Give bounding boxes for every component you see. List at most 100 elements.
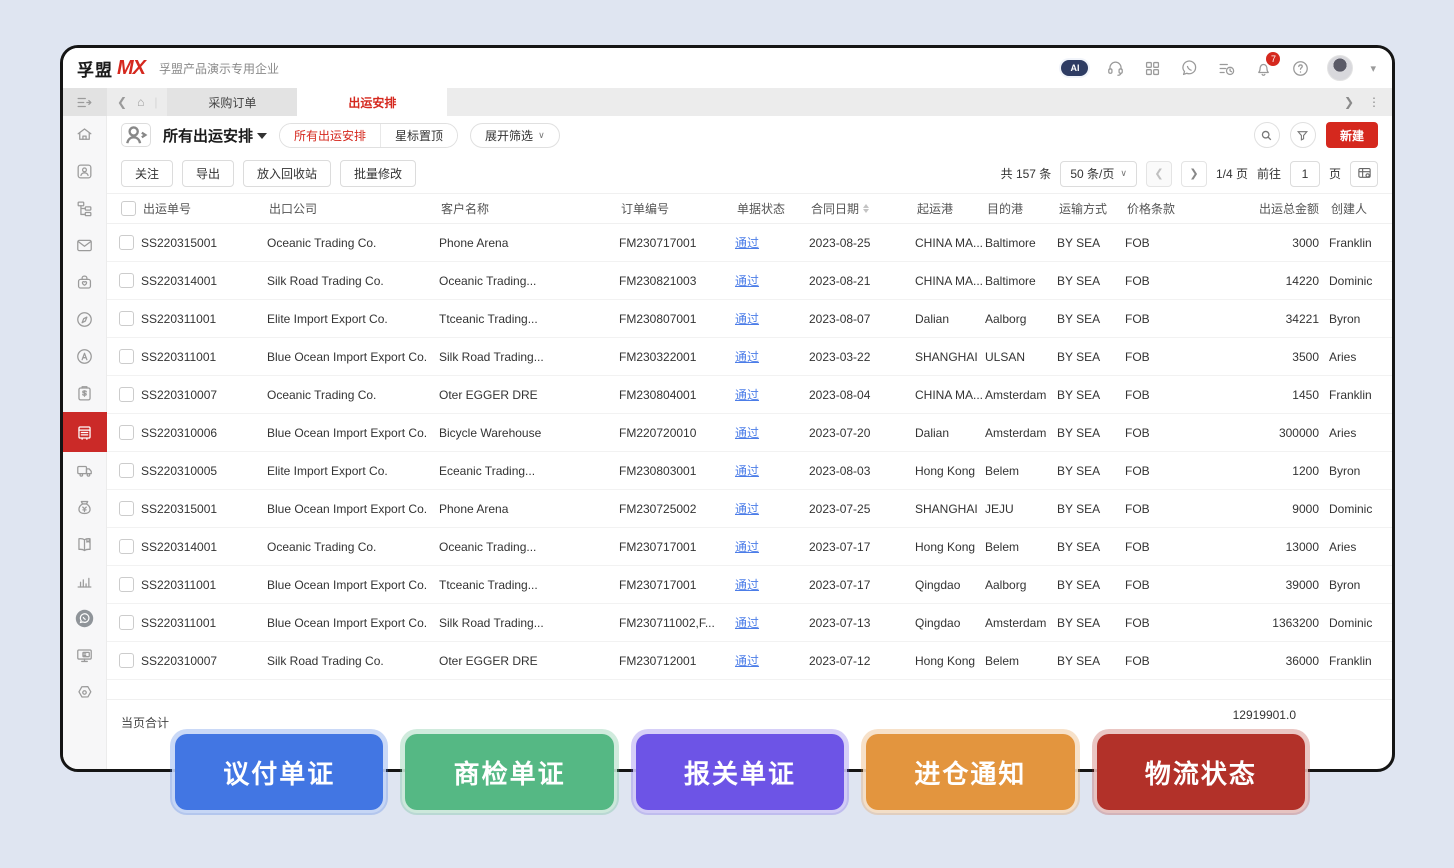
quick-filter-0[interactable]: 所有出运安排	[280, 124, 380, 147]
hscroll-area[interactable]	[107, 680, 1392, 700]
row-checkbox[interactable]	[119, 463, 134, 478]
sidebar-item-shipping-doc[interactable]	[63, 412, 107, 452]
row-checkbox[interactable]	[119, 501, 134, 516]
sidebar-item-monitor[interactable]	[63, 637, 107, 674]
status-link[interactable]: 通过	[735, 234, 759, 251]
whatsapp-icon[interactable]	[1179, 58, 1199, 78]
bell-icon[interactable]: 7	[1253, 58, 1273, 78]
status-link[interactable]: 通过	[735, 500, 759, 517]
sidebar-item-org-structure[interactable]	[63, 190, 107, 227]
row-checkbox[interactable]	[119, 577, 134, 592]
table-row[interactable]: SS220310005Elite Import Export Co.Eceani…	[107, 452, 1392, 490]
home-tab-icon[interactable]: ⌂	[137, 95, 144, 109]
table-row[interactable]: SS220310006Blue Ocean Import Export Co.B…	[107, 414, 1392, 452]
sidebar-item-clipboard-dollar[interactable]	[63, 375, 107, 412]
column-header-9[interactable]: 价格条款	[1125, 200, 1211, 217]
funnel-filter-icon[interactable]	[1290, 122, 1316, 148]
column-header-3[interactable]: 订单编号	[619, 200, 735, 217]
sidebar-item-money-bag[interactable]	[63, 489, 107, 526]
user-avatar[interactable]	[1327, 55, 1353, 81]
sidebar-item-notebook[interactable]	[63, 526, 107, 563]
history-icon[interactable]	[1216, 58, 1236, 78]
flow-button-1[interactable]: 商检单证	[405, 734, 613, 810]
column-header-11[interactable]: 创建人	[1329, 200, 1391, 217]
column-header-8[interactable]: 运输方式	[1057, 200, 1125, 217]
table-row[interactable]: SS220315001Oceanic Trading Co.Phone Aren…	[107, 224, 1392, 262]
back-arrow-icon[interactable]: ❮	[117, 95, 127, 109]
status-link[interactable]: 通过	[735, 386, 759, 403]
prev-page-button[interactable]: ❮	[1146, 161, 1172, 187]
action-button-0[interactable]: 关注	[121, 160, 173, 187]
sidebar-item-whatsapp-filled[interactable]	[63, 600, 107, 637]
next-page-button[interactable]: ❯	[1181, 161, 1207, 187]
column-header-10[interactable]: 出运总金额	[1211, 200, 1329, 217]
owner-filter-icon[interactable]	[121, 123, 151, 147]
tab-1[interactable]: 出运安排	[297, 88, 447, 116]
headset-icon[interactable]	[1105, 58, 1125, 78]
status-link[interactable]: 通过	[735, 538, 759, 555]
select-all-checkbox[interactable]	[121, 201, 136, 216]
column-header-1[interactable]: 出口公司	[267, 200, 439, 217]
table-row[interactable]: SS220311001Elite Import Export Co.Ttcean…	[107, 300, 1392, 338]
row-checkbox[interactable]	[119, 273, 134, 288]
sidebar-item-settings[interactable]	[63, 674, 107, 711]
search-icon[interactable]	[1254, 122, 1280, 148]
table-row[interactable]: SS220315001Blue Ocean Import Export Co.P…	[107, 490, 1392, 528]
goto-page-input[interactable]	[1290, 161, 1320, 187]
column-header-5[interactable]: 合同日期	[809, 200, 915, 217]
table-row[interactable]: SS220310007Silk Road Trading Co.Oter EGG…	[107, 642, 1392, 680]
status-link[interactable]: 通过	[735, 424, 759, 441]
row-checkbox[interactable]	[119, 425, 134, 440]
flow-button-4[interactable]: 物流状态	[1097, 734, 1305, 810]
sidebar-item-a-circle[interactable]	[63, 338, 107, 375]
status-link[interactable]: 通过	[735, 348, 759, 365]
row-checkbox[interactable]	[119, 349, 134, 364]
action-button-1[interactable]: 导出	[182, 160, 234, 187]
sidebar-item-compass[interactable]	[63, 301, 107, 338]
status-link[interactable]: 通过	[735, 614, 759, 631]
column-header-7[interactable]: 目的港	[985, 200, 1057, 217]
flow-button-0[interactable]: 议付单证	[175, 734, 383, 810]
tab-more-icon[interactable]: ⋮	[1368, 95, 1380, 109]
flow-button-3[interactable]: 进仓通知	[866, 734, 1074, 810]
tab-0[interactable]: 采购订单	[167, 88, 297, 116]
table-row[interactable]: SS220311001Blue Ocean Import Export Co.S…	[107, 338, 1392, 376]
tab-scroll-right-icon[interactable]: ❯	[1344, 95, 1354, 109]
sidebar-item-bar-chart[interactable]	[63, 563, 107, 600]
column-header-0[interactable]: 出运单号	[141, 200, 267, 217]
row-checkbox[interactable]	[119, 653, 134, 668]
ai-assistant-icon[interactable]: AI	[1061, 60, 1088, 76]
sidebar-item-truck[interactable]	[63, 452, 107, 489]
sidebar-item-home[interactable]	[63, 116, 107, 153]
column-header-2[interactable]: 客户名称	[439, 200, 619, 217]
row-checkbox[interactable]	[119, 311, 134, 326]
page-size-select[interactable]: 50 条/页∨	[1060, 161, 1137, 187]
status-link[interactable]: 通过	[735, 310, 759, 327]
status-link[interactable]: 通过	[735, 576, 759, 593]
chevron-down-icon[interactable]: ▾	[1370, 62, 1376, 75]
action-button-3[interactable]: 批量修改	[340, 160, 416, 187]
quick-filter-1[interactable]: 星标置顶	[380, 124, 457, 147]
table-row[interactable]: SS220314001Silk Road Trading Co.Oceanic …	[107, 262, 1392, 300]
column-header-6[interactable]: 起运港	[915, 200, 985, 217]
sidebar-item-mail[interactable]	[63, 227, 107, 264]
row-checkbox[interactable]	[119, 387, 134, 402]
status-link[interactable]: 通过	[735, 272, 759, 289]
row-checkbox[interactable]	[119, 615, 134, 630]
view-title[interactable]: 所有出运安排	[163, 125, 267, 146]
column-config-icon[interactable]	[1350, 161, 1378, 187]
expand-filter-button[interactable]: 展开筛选∨	[470, 123, 560, 148]
table-row[interactable]: SS220314001Oceanic Trading Co.Oceanic Tr…	[107, 528, 1392, 566]
sidebar-item-menu-collapse[interactable]	[63, 88, 107, 116]
status-link[interactable]: 通过	[735, 652, 759, 669]
sidebar-item-bag[interactable]	[63, 264, 107, 301]
table-row[interactable]: SS220310007Oceanic Trading Co.Oter EGGER…	[107, 376, 1392, 414]
sort-icon[interactable]	[863, 204, 869, 213]
status-link[interactable]: 通过	[735, 462, 759, 479]
row-checkbox[interactable]	[119, 235, 134, 250]
help-icon[interactable]	[1290, 58, 1310, 78]
table-row[interactable]: SS220311001Blue Ocean Import Export Co.T…	[107, 566, 1392, 604]
row-checkbox[interactable]	[119, 539, 134, 554]
table-row[interactable]: SS220311001Blue Ocean Import Export Co.S…	[107, 604, 1392, 642]
new-button[interactable]: 新建	[1326, 122, 1378, 148]
